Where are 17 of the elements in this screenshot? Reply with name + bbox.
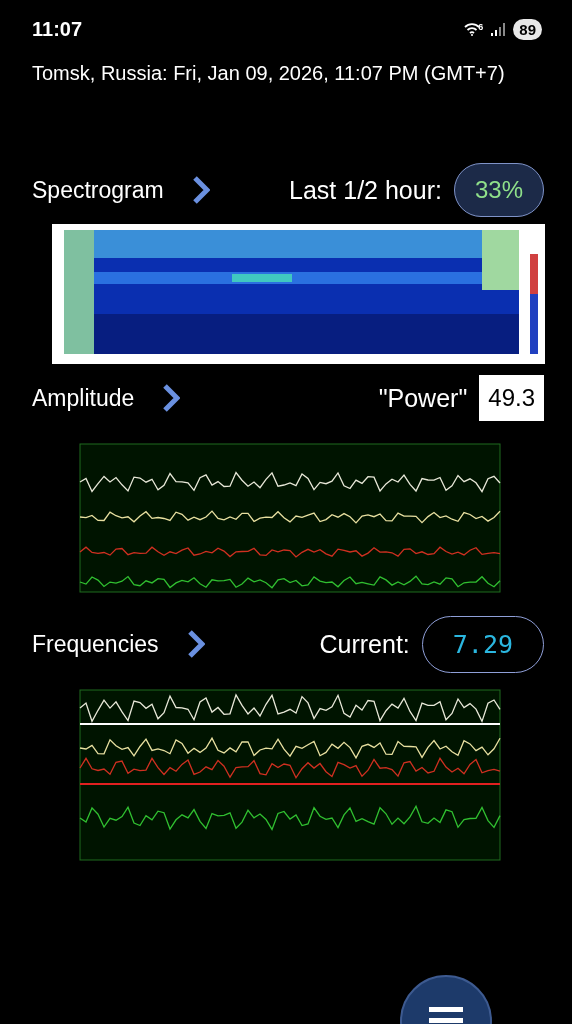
status-time: 11:07 [32, 17, 84, 41]
wifi-standard-label: 6 [478, 22, 484, 32]
battery-level: 89 [513, 18, 542, 40]
signal-icon [491, 22, 506, 36]
reading-badge: 33% [453, 163, 544, 217]
reading-label: Last 1/2 hour: [289, 175, 442, 205]
wifi-icon [464, 22, 481, 36]
section-link[interactable]: Frequencies [32, 630, 159, 658]
chevron-right-icon[interactable] [191, 175, 210, 205]
reading-label: Current: [319, 629, 410, 659]
section-link[interactable]: Amplitude [32, 384, 135, 412]
chevron-right-icon[interactable] [162, 383, 181, 413]
reading-label: "Power" [378, 383, 468, 413]
reading-value: 49.3 [479, 375, 544, 421]
chevron-right-icon[interactable] [186, 629, 205, 659]
location-datetime: Tomsk, Russia: Fri, Jan 09, 2026, 11:07 PM (GMT+7) [31, 61, 506, 86]
section-link[interactable]: Spectrogram [32, 176, 164, 204]
